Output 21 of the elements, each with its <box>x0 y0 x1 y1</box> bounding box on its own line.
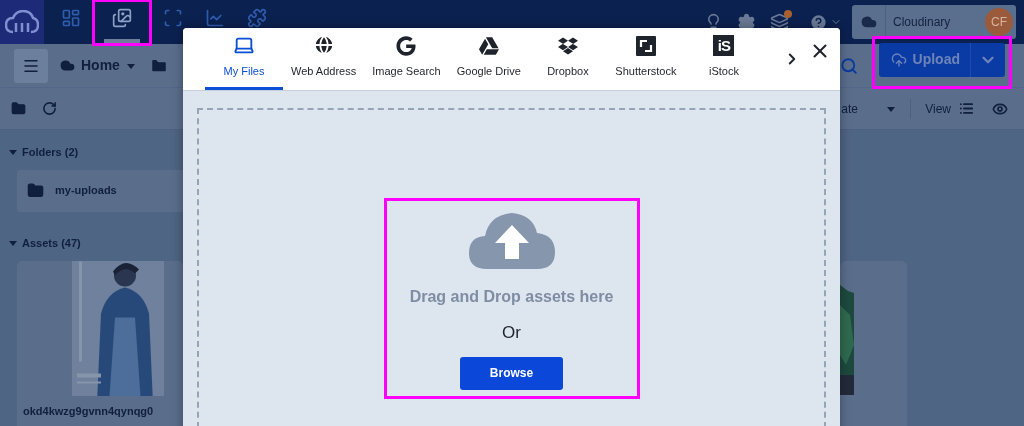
source-tab[interactable]: Image Search <box>364 28 449 90</box>
separator-text: Or <box>502 322 521 344</box>
assets-header[interactable]: Assets (47) <box>8 234 1016 251</box>
asset-card[interactable]: okd4kwzg9gvnn4qynqg0 <box>17 261 183 426</box>
folders-header[interactable]: Folders (2) <box>8 144 1016 161</box>
source-tab[interactable]: Google Drive <box>448 28 529 90</box>
source-tab[interactable]: Dropbox <box>528 28 607 90</box>
browse-button[interactable]: Browse <box>460 356 563 390</box>
asset-name: okd4kwzg9gvnn4qynqg0 <box>23 404 155 419</box>
source-tab[interactable]: Web Address <box>283 28 365 90</box>
drop-title: Drag and Drop assets here <box>409 287 614 307</box>
avatar: CF <box>985 8 1013 36</box>
account-menu[interactable]: Cloudinary CF <box>852 5 1016 39</box>
account-name: Cloudinary <box>893 14 952 31</box>
sort-dropdown[interactable]: ate <box>841 99 897 118</box>
source-tab[interactable]: iS iStock <box>684 28 763 90</box>
source-tab[interactable]: My Files <box>205 28 283 90</box>
istock-logo: iS <box>713 34 735 56</box>
folder-selector[interactable]: Home <box>60 55 136 76</box>
source-tab[interactable]: Shutterstock <box>606 28 685 90</box>
view-toggle[interactable]: View <box>925 99 974 118</box>
